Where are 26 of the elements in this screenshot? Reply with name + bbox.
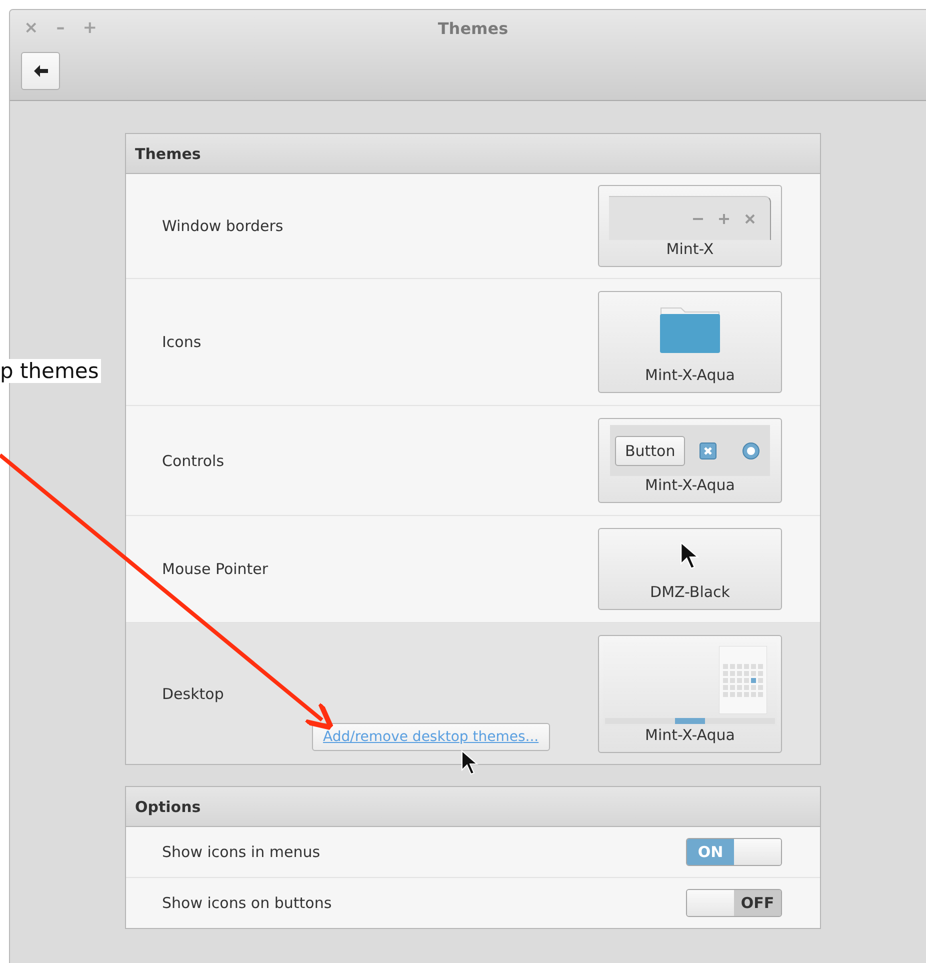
radio-icon [741,440,762,460]
row-label: Mouse Pointer [162,560,268,578]
section-header: Themes [126,134,820,174]
theme-chooser-button[interactable]: Mint-X [598,185,782,267]
theme-chooser-button[interactable]: Mint-X-Aqua [598,291,782,393]
annotation-text: p themes [0,359,101,383]
row-label: Window borders [162,217,284,235]
theme-chooser-button[interactable]: Button Mint-X-Aqua [598,418,782,503]
row-label: Desktop [162,685,224,703]
toggle-switch[interactable]: OFF [686,889,782,917]
row-label: Icons [162,333,202,351]
row-label: Show icons on buttons [162,894,332,912]
theme-chooser-button[interactable]: DMZ-Black [598,528,782,610]
back-button[interactable] [21,52,60,90]
row-label: Controls [162,452,224,470]
sample-button: Button [615,436,686,466]
maximize-icon [718,212,730,224]
theme-chooser-button[interactable]: Mint-X-Aqua [598,635,782,753]
row-label: Show icons in menus [162,843,320,861]
window-title: Themes [438,19,508,38]
checkbox-icon [699,442,718,460]
calendar-drawing [719,646,767,714]
pointer-icon [680,541,700,571]
close-icon [744,212,756,224]
back-arrow-icon [34,65,48,77]
section-header: Options [126,787,820,827]
